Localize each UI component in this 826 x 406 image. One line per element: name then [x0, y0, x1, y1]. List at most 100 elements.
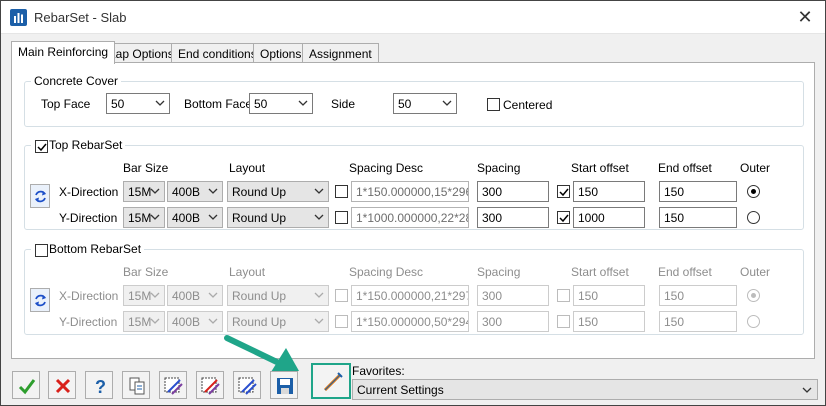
- tab-main-reinforcing[interactable]: Main Reinforcing: [11, 41, 116, 64]
- chevron-down-icon: [208, 214, 218, 220]
- rebar-layout-button-2[interactable]: [196, 371, 224, 399]
- bottom-face-combo[interactable]: 50: [249, 93, 313, 114]
- top-y-grade-combo[interactable]: 400B: [167, 207, 223, 228]
- pencil-ruler-icon: [323, 372, 343, 392]
- chevron-down-icon: [314, 318, 324, 324]
- ok-check-icon: [18, 379, 36, 395]
- bottom-y-start-offset-input[interactable]: 150: [573, 311, 645, 332]
- top-y-start-checkbox[interactable]: [557, 211, 570, 224]
- help-glyph: ?: [95, 377, 106, 396]
- bottom-y-spacing-desc-checkbox[interactable]: [335, 315, 348, 328]
- bottom-x-end-offset-input[interactable]: 150: [659, 285, 737, 306]
- cancel-x-icon: [55, 378, 71, 394]
- ok-button[interactable]: [12, 371, 40, 399]
- side-combo[interactable]: 50: [393, 93, 457, 114]
- bottom-y-size-combo[interactable]: 15M: [123, 311, 165, 332]
- top-y-end-offset-input[interactable]: 150: [659, 207, 737, 228]
- top-x-spacing-desc-checkbox[interactable]: [335, 185, 348, 198]
- y-direction-label: Y-Direction: [59, 211, 118, 225]
- side-label: Side: [331, 97, 356, 111]
- rebarset-dialog: RebarSet - Slab ✕ Main Reinforcing Lap O…: [0, 0, 826, 406]
- col-end-offset: End offset: [658, 265, 712, 279]
- chevron-down-icon: [314, 214, 324, 220]
- bottom-x-start-checkbox[interactable]: [557, 289, 570, 302]
- x-direction-label: X-Direction: [59, 289, 119, 303]
- top-x-spacing-desc[interactable]: 1*150.000000,15*296: [351, 181, 469, 202]
- close-icon[interactable]: ✕: [795, 7, 815, 27]
- bottom-y-size-value: 15M: [128, 315, 152, 329]
- col-spacing: Spacing: [477, 265, 521, 279]
- title-bar: RebarSet - Slab ✕: [1, 1, 825, 34]
- bottom-y-end-offset-input[interactable]: 150: [659, 311, 737, 332]
- chevron-down-icon: [208, 292, 218, 298]
- draw-rebar-button[interactable]: [311, 363, 351, 399]
- bottom-x-spacing-desc-checkbox[interactable]: [335, 289, 348, 302]
- chevron-down-icon: [314, 292, 324, 298]
- col-end-offset: End offset: [658, 161, 712, 175]
- swap-directions-button[interactable]: [30, 184, 50, 208]
- col-bar-size: Bar Size: [123, 265, 169, 279]
- bottom-y-spacing-desc[interactable]: 1*150.000000,50*294: [351, 311, 469, 332]
- top-face-combo[interactable]: 50: [106, 93, 170, 114]
- tab-end-conditions[interactable]: End conditions: [171, 43, 264, 63]
- top-y-outer-radio[interactable]: [747, 211, 760, 224]
- bottom-y-layout-value: Round Up: [232, 315, 287, 329]
- bottom-x-outer-radio[interactable]: [747, 289, 760, 302]
- chevron-down-icon: [150, 292, 160, 298]
- top-x-outer-radio[interactable]: [747, 185, 760, 198]
- rebar-layout-button-3[interactable]: [233, 371, 261, 399]
- bottom-y-outer-radio[interactable]: [747, 315, 760, 328]
- cancel-button[interactable]: [48, 371, 76, 399]
- concrete-cover-label: Concrete Cover: [31, 74, 122, 88]
- top-x-start-checkbox[interactable]: [557, 185, 570, 198]
- y-direction-label: Y-Direction: [59, 315, 118, 329]
- bottom-rebarset-checkbox[interactable]: [35, 244, 48, 257]
- bottom-x-layout-value: Round Up: [232, 289, 287, 303]
- bottom-x-layout-combo[interactable]: Round Up: [227, 285, 329, 306]
- top-rebarset-checkbox[interactable]: [35, 140, 48, 153]
- top-x-grade-value: 400B: [172, 185, 201, 199]
- bottom-y-layout-combo[interactable]: Round Up: [227, 311, 329, 332]
- help-button[interactable]: ?: [85, 371, 113, 399]
- bottom-y-grade-combo[interactable]: 400B: [167, 311, 223, 332]
- copy-button[interactable]: [122, 371, 150, 399]
- save-button[interactable]: [270, 371, 298, 399]
- bottom-x-size-value: 15M: [128, 289, 152, 303]
- bottom-y-spacing-input[interactable]: 300: [477, 311, 549, 332]
- top-y-layout-combo[interactable]: Round Up: [227, 207, 329, 228]
- top-y-spacing-input[interactable]: 300: [477, 207, 549, 228]
- top-y-grade-value: 400B: [172, 211, 201, 225]
- top-y-spacing-desc[interactable]: 1*1000.000000,22*28: [351, 207, 469, 228]
- top-x-grade-combo[interactable]: 400B: [167, 181, 223, 202]
- bottom-face-label: Bottom Face: [184, 97, 253, 111]
- top-y-start-offset-input[interactable]: 1000: [573, 207, 645, 228]
- bottom-x-start-offset-input[interactable]: 150: [573, 285, 645, 306]
- top-x-spacing-input[interactable]: 300: [477, 181, 549, 202]
- top-y-size-combo[interactable]: 15M: [123, 207, 165, 228]
- top-x-start-offset-input[interactable]: 150: [573, 181, 645, 202]
- bottom-x-spacing-input[interactable]: 300: [477, 285, 549, 306]
- tab-assignment[interactable]: Assignment: [302, 43, 379, 63]
- bottom-x-grade-combo[interactable]: 400B: [167, 285, 223, 306]
- favorites-combo[interactable]: Current Settings: [352, 379, 818, 400]
- top-x-end-offset-input[interactable]: 150: [659, 181, 737, 202]
- concrete-cover-group: Concrete Cover Top Face 50 Bottom Face 5…: [24, 74, 804, 127]
- bottom-y-start-checkbox[interactable]: [557, 315, 570, 328]
- tab-options[interactable]: Options: [253, 43, 309, 63]
- top-x-layout-combo[interactable]: Round Up: [227, 181, 329, 202]
- centered-checkbox[interactable]: [487, 98, 500, 111]
- top-y-spacing-desc-checkbox[interactable]: [335, 211, 348, 224]
- col-spacing: Spacing: [477, 161, 521, 175]
- favorites-value: Current Settings: [357, 383, 444, 397]
- rebar-layout-button-1[interactable]: [159, 371, 187, 399]
- rebar-layout-icon: [238, 377, 257, 395]
- bottom-x-spacing-desc[interactable]: 1*150.000000,21*297: [351, 285, 469, 306]
- bottom-x-grade-value: 400B: [172, 289, 201, 303]
- swap-directions-button[interactable]: [30, 288, 50, 312]
- col-bar-size: Bar Size: [123, 161, 169, 175]
- top-x-size-combo[interactable]: 15M: [123, 181, 165, 202]
- radio-dot: [751, 189, 756, 194]
- bottom-x-size-combo[interactable]: 15M: [123, 285, 165, 306]
- chevron-down-icon: [150, 188, 160, 194]
- bottom-y-grade-value: 400B: [172, 315, 201, 329]
